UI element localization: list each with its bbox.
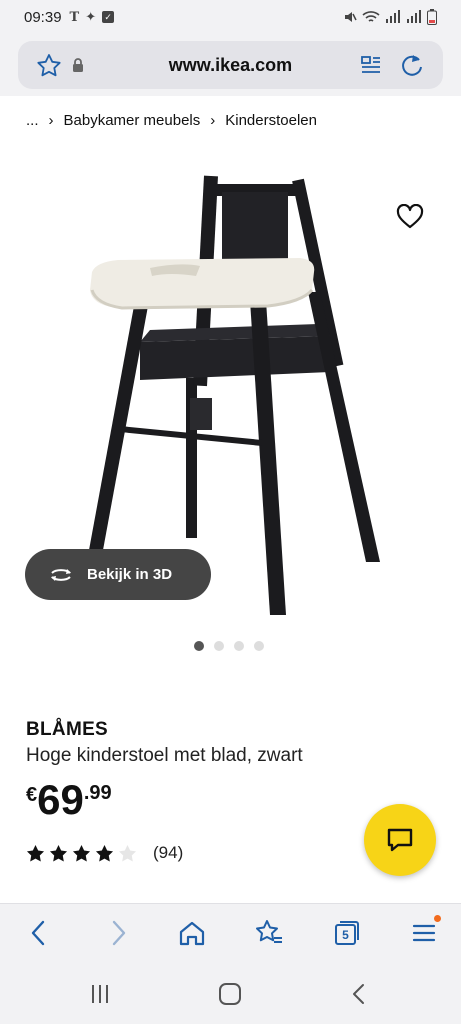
forward-icon[interactable]: [103, 918, 133, 948]
status-notification-icons: T ✦ ✓: [70, 9, 115, 25]
product-description: Hoge kinderstoel met blad, zwart: [26, 745, 303, 766]
checkbox-icon: ✓: [102, 11, 115, 23]
gallery-pagination: [194, 641, 264, 651]
pagination-dot[interactable]: [254, 641, 264, 651]
star-filled-icon: [72, 844, 91, 861]
home-nav-icon[interactable]: [218, 983, 242, 1005]
tabs-button[interactable]: 5: [332, 918, 362, 948]
signal-icon: [386, 10, 400, 23]
magic-wand-icon: ✦: [85, 9, 97, 24]
pagination-dot[interactable]: [214, 641, 224, 651]
chevron-right-icon: ›: [48, 112, 54, 129]
recents-icon[interactable]: [88, 983, 112, 1005]
news-icon: T: [69, 9, 80, 25]
browser-bottom-bar: 5: [0, 903, 461, 963]
price-integer: 69: [37, 776, 84, 823]
status-system-icons: [343, 9, 437, 25]
breadcrumb-item-babykamer[interactable]: Babykamer meubels: [64, 112, 201, 129]
star-filled-icon: [95, 844, 114, 861]
product-price: € 69 .99: [26, 778, 112, 822]
tab-count: 5: [342, 928, 349, 942]
rotate-3d-icon: [51, 568, 71, 581]
chat-button[interactable]: [364, 804, 436, 876]
star-filled-icon: [26, 844, 45, 861]
chat-icon: [387, 828, 413, 852]
browser-toolbar: www.ikea.com: [0, 34, 461, 96]
signal-icon: [407, 10, 421, 23]
price-currency: €: [26, 784, 38, 806]
status-bar: 09:39 T ✦ ✓: [0, 0, 461, 34]
heart-icon[interactable]: [396, 204, 424, 230]
review-count[interactable]: (94): [153, 843, 183, 863]
breadcrumb-item-kinderstoelen[interactable]: Kinderstoelen: [225, 112, 317, 129]
bookmarks-icon[interactable]: [254, 918, 284, 948]
star-filled-icon: [49, 844, 68, 861]
view-3d-button[interactable]: Bekijk in 3D: [25, 549, 211, 600]
status-time: 09:39: [24, 8, 62, 26]
breadcrumb-ellipsis[interactable]: ...: [26, 112, 39, 129]
view-3d-label: Bekijk in 3D: [87, 566, 173, 583]
reader-mode-icon[interactable]: [360, 54, 382, 76]
menu-button[interactable]: [410, 915, 441, 948]
back-nav-icon[interactable]: [348, 983, 372, 1005]
mute-icon: [345, 12, 357, 22]
address-bar[interactable]: www.ikea.com: [18, 41, 443, 89]
back-icon[interactable]: [24, 918, 54, 948]
menu-icon: [412, 924, 436, 942]
system-navigation-bar: [0, 963, 461, 1024]
home-icon[interactable]: [177, 918, 207, 948]
product-rating[interactable]: (94): [26, 843, 183, 863]
chevron-right-icon: ›: [210, 112, 216, 129]
notification-dot: [434, 915, 441, 922]
price-decimal: .99: [83, 782, 112, 804]
pagination-dot[interactable]: [194, 641, 204, 651]
breadcrumb: ... › Babykamer meubels › Kinderstoelen: [26, 112, 317, 129]
star-empty-icon: [118, 844, 137, 861]
product-name: BLÅMES: [26, 719, 109, 740]
battery-icon: [427, 9, 437, 25]
pagination-dot[interactable]: [234, 641, 244, 651]
wifi-icon: [362, 11, 380, 22]
reload-icon[interactable]: [399, 52, 425, 78]
